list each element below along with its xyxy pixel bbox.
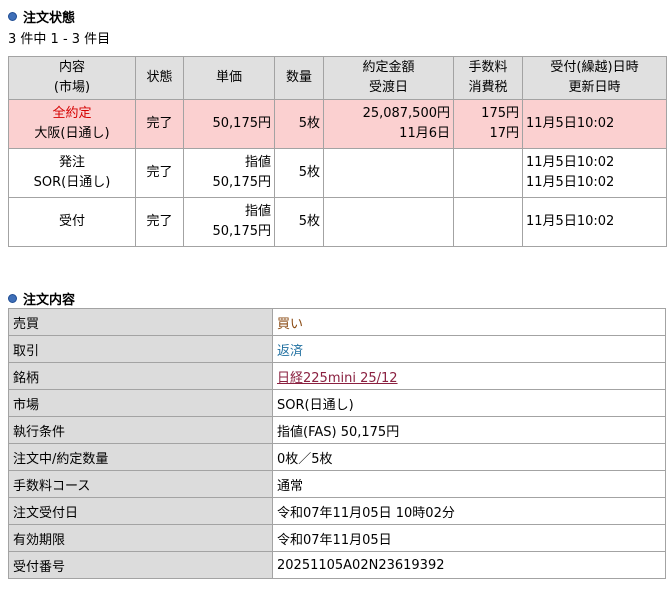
cell-kingaku: 25,087,500円 11月6日 bbox=[323, 99, 454, 149]
cell-kingaku bbox=[323, 148, 454, 198]
cell-kingaku bbox=[323, 197, 454, 247]
header-koshin-label: 更新日時 bbox=[568, 80, 621, 95]
header-naiyo: 内容 (市場) bbox=[8, 56, 136, 100]
cell-jotai: 完了 bbox=[135, 99, 184, 149]
table-row: 発注 SOR(日通し) 完了 指値 50,175円 5枚 11月5日10:02 … bbox=[8, 148, 667, 198]
header-ukewatashi-label: 受渡日 bbox=[368, 80, 408, 95]
cell-naiyo: 受付 bbox=[8, 197, 136, 247]
cell-naiyo: 発注 SOR(日通し) bbox=[8, 148, 136, 198]
detail-label: 受付番号 bbox=[8, 551, 273, 579]
cell-tanka: 50,175円 bbox=[183, 99, 275, 149]
cell-tanka: 指値 50,175円 bbox=[183, 148, 275, 198]
detail-label: 執行条件 bbox=[8, 416, 273, 444]
detail-value-shikko: 指値(FAS) 50,175円 bbox=[272, 416, 666, 444]
header-jotai: 状態 bbox=[135, 56, 184, 100]
detail-row-suryo: 注文中/約定数量 0枚／5枚 bbox=[8, 443, 666, 471]
detail-label: 手数料コース bbox=[8, 470, 273, 498]
header-naiyo-label: 内容 bbox=[58, 60, 85, 75]
header-kingaku-label: 約定金額 bbox=[362, 60, 415, 75]
header-shijo-label: (市場) bbox=[53, 80, 91, 95]
header-suryo: 数量 bbox=[274, 56, 324, 100]
status-label: 発注 bbox=[58, 155, 85, 170]
status-label: 受付 bbox=[58, 214, 85, 229]
cell-suryo: 5枚 bbox=[274, 148, 324, 198]
order-detail-title: 注文内容 bbox=[23, 293, 76, 308]
detail-value-bango: 20251105A02N23619392 bbox=[272, 551, 666, 579]
detail-value-suryo: 0枚／5枚 bbox=[272, 443, 666, 471]
market-label: 大阪(日通し) bbox=[34, 126, 110, 141]
detail-label: 市場 bbox=[8, 389, 273, 417]
header-kingaku: 約定金額 受渡日 bbox=[323, 56, 454, 100]
header-uketsuke-label: 受付(繰越)日時 bbox=[550, 60, 639, 75]
detail-label: 注文中/約定数量 bbox=[8, 443, 273, 471]
cell-naiyo: 全約定 大阪(日通し) bbox=[8, 99, 136, 149]
detail-value-course: 通常 bbox=[272, 470, 666, 498]
detail-row-shikko: 執行条件 指値(FAS) 50,175円 bbox=[8, 416, 666, 444]
detail-label: 銘柄 bbox=[8, 362, 273, 390]
updated-datetime: 11月5日10:02 bbox=[526, 116, 615, 131]
bullet-icon bbox=[8, 294, 17, 303]
detail-row-baibai: 売買 買い bbox=[8, 308, 666, 336]
table-row: 受付 完了 指値 50,175円 5枚 11月5日10:02 bbox=[8, 197, 667, 247]
cell-jotai: 完了 bbox=[135, 148, 184, 198]
updated-datetime: 11月5日10:02 bbox=[526, 214, 615, 229]
detail-label: 取引 bbox=[8, 335, 273, 363]
header-tesuryo: 手数料 消費税 bbox=[453, 56, 523, 100]
detail-label: 売買 bbox=[8, 308, 273, 336]
order-detail-heading: 注文内容 bbox=[8, 289, 75, 308]
detail-row-uketsukebi: 注文受付日 令和07年11月05日 10時02分 bbox=[8, 497, 666, 525]
received-datetime: 11月5日10:02 bbox=[526, 155, 615, 170]
detail-value-torihiki: 返済 bbox=[272, 335, 666, 363]
detail-value-baibai: 買い bbox=[272, 308, 666, 336]
price-value: 50,175円 bbox=[212, 116, 272, 131]
cell-nichiji: 11月5日10:02 bbox=[522, 99, 667, 149]
price-value: 50,175円 bbox=[212, 175, 272, 190]
detail-label: 有効期限 bbox=[8, 524, 273, 552]
cell-jotai: 完了 bbox=[135, 197, 184, 247]
detail-row-shijo: 市場 SOR(日通し) bbox=[8, 389, 666, 417]
cell-suryo: 5枚 bbox=[274, 197, 324, 247]
cell-tanka: 指値 50,175円 bbox=[183, 197, 275, 247]
detail-row-torihiki: 取引 返済 bbox=[8, 335, 666, 363]
status-label: 全約定 bbox=[52, 106, 92, 121]
cell-nichiji: 11月5日10:02 bbox=[522, 197, 667, 247]
cell-suryo: 5枚 bbox=[274, 99, 324, 149]
settlement-date: 11月6日 bbox=[399, 126, 450, 141]
cell-tesuryo bbox=[453, 148, 523, 198]
order-status-heading: 注文状態 bbox=[8, 7, 75, 26]
detail-value-uketsukebi: 令和07年11月05日 10時02分 bbox=[272, 497, 666, 525]
detail-value-kigen: 令和07年11月05日 bbox=[272, 524, 666, 552]
detail-row-bango: 受付番号 20251105A02N23619392 bbox=[8, 551, 666, 579]
price-value: 50,175円 bbox=[212, 224, 272, 239]
cell-tesuryo: 175円 17円 bbox=[453, 99, 523, 149]
table-row: 全約定 大阪(日通し) 完了 50,175円 5枚 25,087,500円 11… bbox=[8, 99, 667, 149]
detail-row-kigen: 有効期限 令和07年11月05日 bbox=[8, 524, 666, 552]
fee-value: 175円 bbox=[481, 106, 519, 121]
tax-value: 17円 bbox=[489, 126, 519, 141]
order-status-table: 内容 (市場) 状態 単価 数量 約定金額 受渡日 手数料 消費税 受付(繰越)… bbox=[8, 56, 667, 247]
bullet-icon bbox=[8, 12, 17, 21]
price-type: 指値 bbox=[244, 204, 271, 219]
table-header-row: 内容 (市場) 状態 単価 数量 約定金額 受渡日 手数料 消費税 受付(繰越)… bbox=[8, 56, 667, 100]
updated-datetime: 11月5日10:02 bbox=[526, 175, 615, 190]
amount-value: 25,087,500円 bbox=[362, 106, 450, 121]
price-type: 指値 bbox=[244, 155, 271, 170]
detail-label: 注文受付日 bbox=[8, 497, 273, 525]
detail-value-meigara: 日経225mini 25/12 bbox=[272, 362, 666, 390]
detail-row-meigara: 銘柄 日経225mini 25/12 bbox=[8, 362, 666, 390]
detail-value-shijo: SOR(日通し) bbox=[272, 389, 666, 417]
market-label: SOR(日通し) bbox=[33, 175, 111, 190]
result-count: 3 件中 1 - 3 件目 bbox=[8, 32, 111, 47]
header-tesuryo-label: 手数料 bbox=[468, 60, 508, 75]
order-status-title: 注文状態 bbox=[23, 11, 76, 26]
header-shohizei-label: 消費税 bbox=[468, 80, 508, 95]
header-nichiji: 受付(繰越)日時 更新日時 bbox=[522, 56, 667, 100]
header-tanka: 単価 bbox=[183, 56, 275, 100]
meigara-link[interactable]: 日経225mini 25/12 bbox=[277, 371, 398, 386]
order-detail-table: 売買 買い 取引 返済 銘柄 日経225mini 25/12 市場 SOR(日通… bbox=[8, 308, 666, 579]
cell-nichiji: 11月5日10:02 11月5日10:02 bbox=[522, 148, 667, 198]
cell-tesuryo bbox=[453, 197, 523, 247]
detail-row-course: 手数料コース 通常 bbox=[8, 470, 666, 498]
